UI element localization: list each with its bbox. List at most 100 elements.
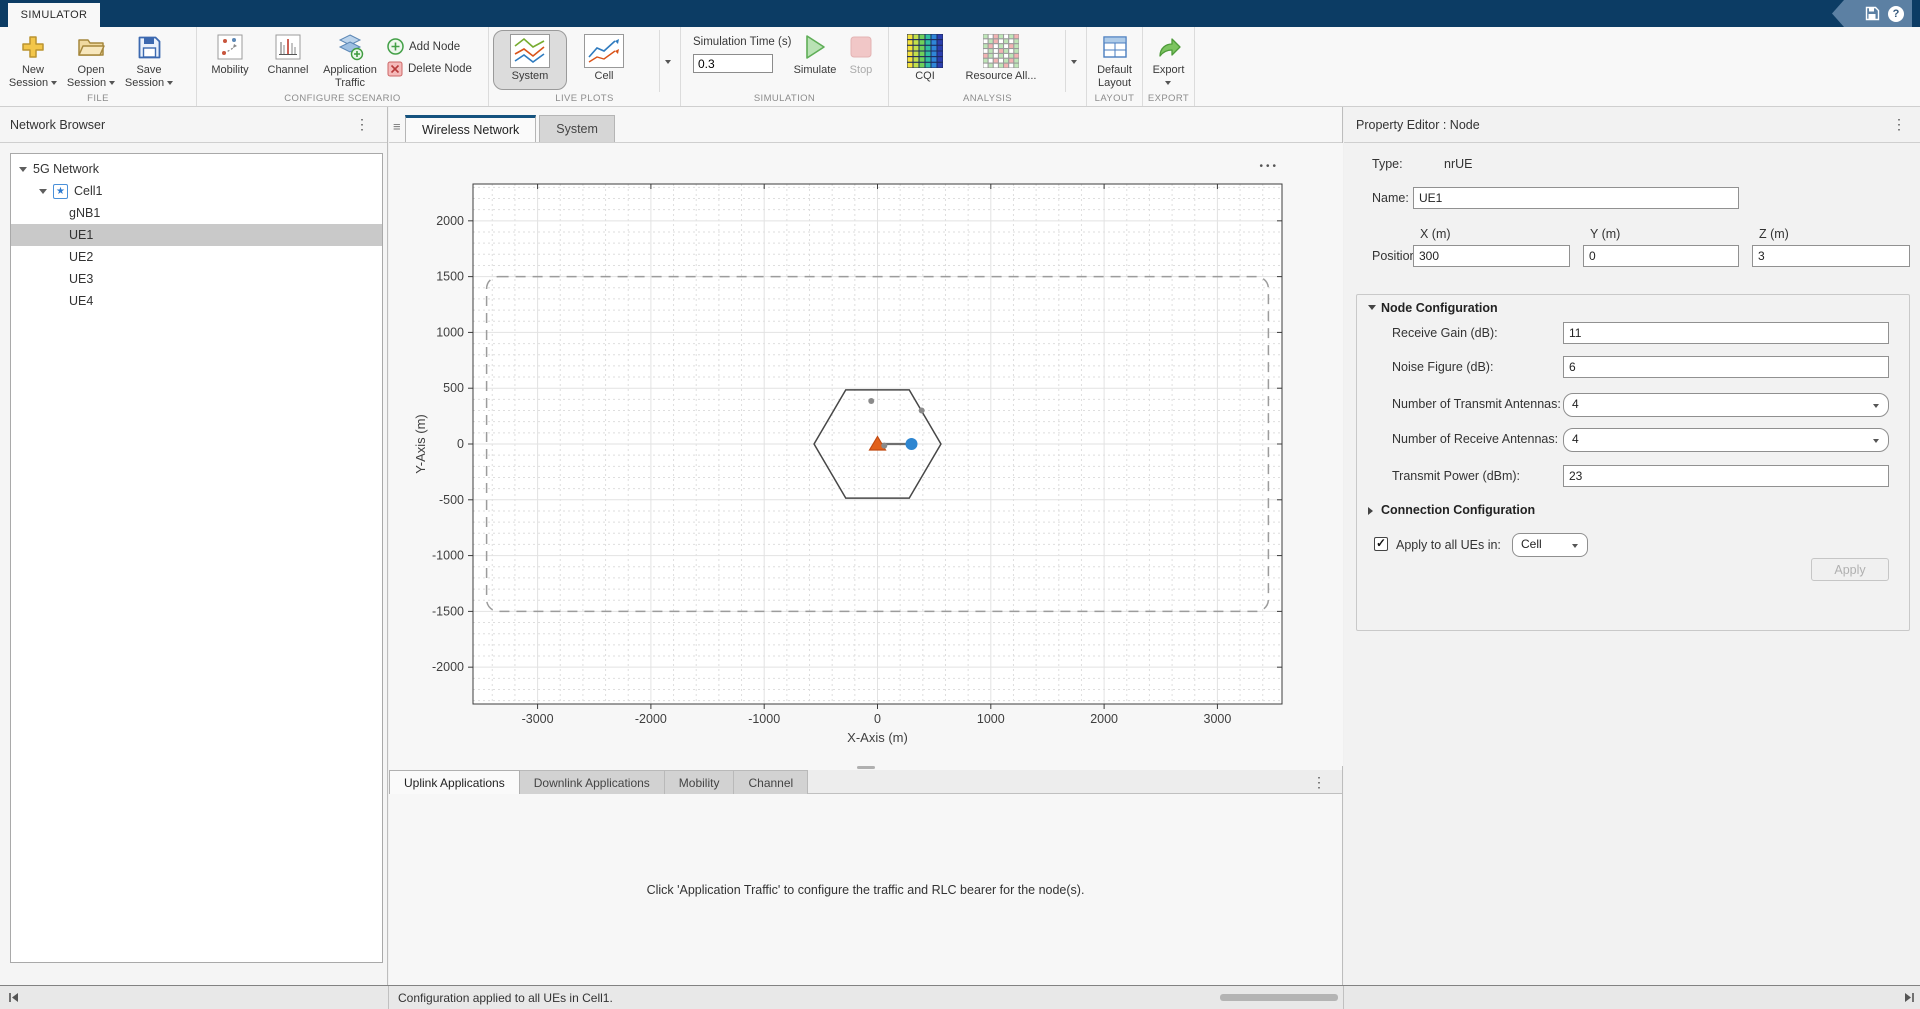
channel-button[interactable]: Channel: [259, 30, 317, 77]
canvas-panel: ≡ Wireless NetworkSystem ••• -3000-2000-…: [389, 107, 1343, 985]
application-traffic-hint: Click 'Application Traffic' to configure…: [647, 883, 1085, 897]
num-transmit-antennas-label: Number of Transmit Antennas:: [1392, 397, 1561, 411]
tab-channel[interactable]: Channel: [734, 770, 808, 794]
network-browser-menu-icon[interactable]: ⋮: [355, 116, 369, 133]
tab-mobility[interactable]: Mobility: [665, 770, 735, 794]
simulation-time-input[interactable]: [693, 54, 773, 73]
bottom-tabs-menu-icon[interactable]: ⋮: [1312, 770, 1342, 793]
horizontal-scrollbar-thumb[interactable]: [1220, 994, 1338, 1001]
channel-icon: [275, 32, 301, 62]
transmit-power-input[interactable]: [1563, 465, 1889, 487]
tab-downlink-applications[interactable]: Downlink Applications: [520, 770, 665, 794]
tab-wireless-network[interactable]: Wireless Network: [405, 115, 536, 142]
svg-text:2000: 2000: [1090, 712, 1118, 726]
tree-item-label: gNB1: [69, 206, 100, 220]
network-browser-title: Network Browser: [10, 118, 105, 132]
cell-plot-button[interactable]: Cell: [567, 30, 641, 90]
svg-text:-1000: -1000: [748, 712, 780, 726]
analysis-gallery-caret[interactable]: [1065, 30, 1082, 92]
section-label-configure: CONFIGURE SCENARIO: [197, 93, 488, 104]
type-value: nrUE: [1444, 157, 1472, 171]
tree-item-ue2[interactable]: UE2: [11, 246, 382, 268]
tab-uplink-applications[interactable]: Uplink Applications: [389, 770, 520, 794]
field-row-noise-figure: Noise Figure (dB):: [1344, 356, 1920, 380]
resource-allocation-button[interactable]: Resource All...: [957, 30, 1045, 90]
tree-item-gnb1[interactable]: gNB1: [11, 202, 382, 224]
receive-gain-input[interactable]: [1563, 322, 1889, 344]
collapse-caret-icon: [1368, 305, 1376, 314]
add-node-icon: [387, 38, 404, 55]
svg-text:-2000: -2000: [432, 660, 464, 674]
add-node-button[interactable]: Add Node: [387, 38, 472, 55]
quick-access-toolbar: ?: [1832, 0, 1912, 27]
num-receive-antennas-select[interactable]: 4: [1563, 428, 1889, 452]
noise-figure-input[interactable]: [1563, 356, 1889, 378]
transmit-power-label: Transmit Power (dBm):: [1392, 469, 1520, 483]
select-caret-icon: [1873, 404, 1879, 411]
export-button[interactable]: Export: [1145, 30, 1193, 89]
name-input[interactable]: [1413, 187, 1739, 209]
node-configuration-header[interactable]: Node Configuration: [1368, 301, 1498, 315]
property-editor-menu-icon[interactable]: ⋮: [1892, 116, 1906, 133]
tree-item-ue1[interactable]: UE1: [11, 224, 382, 246]
position-y-input[interactable]: [1583, 245, 1739, 267]
default-layout-button[interactable]: Default Layout: [1089, 30, 1141, 89]
default-layout-icon: [1103, 32, 1127, 62]
tree-item-label: 5G Network: [33, 162, 99, 176]
section-label-live-plots: LIVE PLOTS: [489, 93, 680, 104]
plot-options-icon[interactable]: •••: [1259, 161, 1279, 172]
new-session-icon: [20, 32, 46, 62]
ribbon-section-simulation: Simulation Time (s) Simulate Stop SIMULA…: [681, 27, 889, 106]
tree-item-ue3[interactable]: UE3: [11, 268, 382, 290]
open-session-button[interactable]: Open Session: [62, 30, 120, 89]
connection-configuration-header[interactable]: Connection Configuration: [1368, 503, 1535, 517]
tab-system[interactable]: System: [539, 115, 615, 142]
field-row-num-transmit-antennas: Number of Transmit Antennas:4: [1344, 393, 1920, 417]
collapse-left-icon[interactable]: [8, 992, 19, 1003]
expand-caret-icon[interactable]: [39, 189, 47, 198]
svg-text:1000: 1000: [436, 325, 464, 339]
position-x-input[interactable]: [1413, 245, 1570, 267]
apply-button[interactable]: Apply: [1811, 558, 1889, 581]
field-row-num-receive-antennas: Number of Receive Antennas:4: [1344, 428, 1920, 452]
mobility-button[interactable]: Mobility: [201, 30, 259, 77]
network-plot[interactable]: ••• -3000-2000-10000100020003000-2000-15…: [389, 143, 1343, 766]
simulation-time-label: Simulation Time (s): [693, 36, 789, 48]
collapse-right-icon[interactable]: [1904, 992, 1915, 1003]
z-header: Z (m): [1759, 227, 1789, 241]
tree-item-label: UE2: [69, 250, 93, 264]
delete-node-button[interactable]: Delete Node: [387, 61, 472, 77]
num-transmit-antennas-select[interactable]: 4: [1563, 393, 1889, 417]
system-plot-button[interactable]: System: [493, 30, 567, 90]
save-icon[interactable]: [1865, 6, 1880, 21]
svg-text:Y-Axis (m): Y-Axis (m): [413, 414, 428, 473]
field-row-receive-gain: Receive Gain (dB):: [1344, 322, 1920, 346]
save-session-button[interactable]: Save Session: [120, 30, 178, 89]
tab-overflow-icon[interactable]: ≡: [393, 119, 401, 134]
live-plots-gallery-caret[interactable]: [659, 30, 676, 92]
tab-simulator[interactable]: SIMULATOR: [8, 3, 100, 27]
apply-all-scope-select[interactable]: Cell: [1512, 533, 1588, 557]
tree-item-label: UE4: [69, 294, 93, 308]
simulate-button[interactable]: Simulate: [789, 30, 841, 77]
dropdown-caret: [109, 81, 115, 88]
help-icon[interactable]: ?: [1888, 6, 1904, 22]
svg-text:1500: 1500: [436, 270, 464, 284]
ribbon-section-export: Export EXPORT: [1143, 27, 1195, 106]
tree-item-5g-network[interactable]: 5G Network: [11, 158, 382, 180]
bottom-tabs: Uplink ApplicationsDownlink Applications…: [389, 770, 1342, 794]
position-z-input[interactable]: [1752, 245, 1910, 267]
apply-all-label: Apply to all UEs in:: [1396, 538, 1501, 552]
property-editor-panel: Property Editor : Node ⋮ Type: nrUE Name…: [1344, 107, 1920, 985]
cqi-button[interactable]: CQI: [893, 30, 957, 90]
application-traffic-icon: [335, 32, 365, 62]
network-tree: 5G Network ★Cell1 gNB1 UE1 UE2 UE3 UE4: [10, 153, 383, 963]
titlebar: SIMULATOR ?: [0, 0, 1920, 27]
application-traffic-button[interactable]: Application Traffic: [317, 30, 383, 89]
tree-item-ue4[interactable]: UE4: [11, 290, 382, 312]
stop-button[interactable]: Stop: [841, 30, 881, 77]
apply-all-checkbox[interactable]: ✓: [1374, 537, 1388, 551]
expand-caret-icon[interactable]: [19, 167, 27, 176]
new-session-button[interactable]: New Session: [4, 30, 62, 89]
tree-item-cell1[interactable]: ★Cell1: [11, 180, 382, 202]
